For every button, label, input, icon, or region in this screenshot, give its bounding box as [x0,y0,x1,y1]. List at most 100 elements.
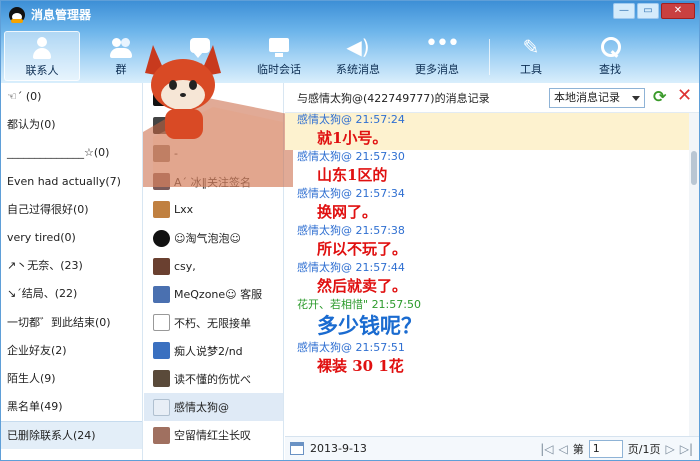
message-meta: 感情太狗@ 21:57:44 [297,261,689,274]
tab-find[interactable]: 查找 [572,31,648,81]
contact-name: Aˊ 冰‖关注签名 [174,175,252,189]
avatar [153,426,170,444]
message-time: 21:57:34 [355,187,405,200]
contact-item[interactable]: Aˊ 冰‖关注签名 [144,168,283,196]
contact-item[interactable]: csy, [144,252,283,280]
avatar [153,88,170,106]
contact-item[interactable]: - [144,139,283,167]
refresh-icon[interactable]: ⟳ [653,89,669,105]
tab-temp-chat[interactable]: 临时会话 [241,31,317,81]
contact-name: 不朽、无限接单 [174,316,251,330]
first-page-icon[interactable]: |◁ [540,442,553,456]
prev-page-icon[interactable]: ◁ [559,442,568,456]
message-meta: 感情太狗@ 21:57:24 [297,113,689,126]
tab-contacts[interactable]: 联系人 [4,31,80,81]
contact-item[interactable] [144,83,283,111]
contact-group-item-selected[interactable]: 已删除联系人(24) [1,421,142,450]
page-label: 第 [572,443,584,456]
contact-group-item[interactable]: ☜ˊ (0) [1,83,142,111]
contact-group-item[interactable]: ↘ˊ结局、(22) [1,280,142,308]
contact-item[interactable]: 不朽、无限接单 [144,309,283,337]
tab-system-messages[interactable]: ◀) 系统消息 [320,31,396,81]
contact-group-item[interactable]: 陌生人(9) [1,365,142,393]
message-text: 然后就卖了。 [317,277,408,295]
message-item: 感情太狗@ 21:57:44 然后就卖了。 [285,261,689,298]
contact-name: MeQzone☺ 客服 [174,288,263,302]
page-number-input[interactable]: 1 [588,440,623,458]
tab-system-messages-label: 系统消息 [336,63,380,76]
tab-find-label: 查找 [599,63,621,76]
tab-groups[interactable]: 群 [83,31,159,81]
contact-group-item[interactable]: Even had actually(7) [1,168,142,196]
group-icon [109,35,133,59]
message-text: 裸装 30 1花 [317,357,404,375]
avatar [153,229,170,247]
tab-discussion[interactable]: 讨论组 [162,31,238,81]
message-scrollbar[interactable] [689,113,699,436]
tab-temp-chat-label: 临时会话 [257,63,301,76]
temp-chat-icon [267,35,291,59]
close-button[interactable]: ✕ [661,3,695,19]
contact-name: 读不懂的伤忧べ [174,372,251,386]
contact-name: Lxx [174,203,194,217]
contact-group-item[interactable]: 企业好友(2) [1,337,142,365]
tab-groups-label: 群 [115,63,127,76]
history-header: 与感情太狗@(422749777)的消息记录 本地消息记录 ⟳ ✕ [285,83,699,113]
tab-contacts-label: 联系人 [25,64,59,77]
minimize-button[interactable]: — [613,3,635,19]
tab-tools-label: 工具 [520,63,542,76]
avatar [153,201,170,219]
tab-tools[interactable]: ✎ 工具 [493,31,569,81]
message-sender: 感情太狗@ [297,224,352,237]
contact-item[interactable]: 空留情红尘长叹 [144,421,283,449]
contact-item[interactable] [144,111,283,139]
avatar [153,398,170,416]
contact-item[interactable]: Lxx [144,196,283,224]
person-icon [30,36,54,60]
avatar [153,116,170,134]
avatar [153,144,170,162]
contact-item[interactable]: 痴人说梦2/nd [144,337,283,365]
last-page-icon[interactable]: ▷| [680,442,693,456]
contact-name: - [174,146,178,160]
scrollbar-thumb[interactable] [691,151,697,185]
message-text: 山东1区的 [317,166,388,184]
calendar-icon[interactable] [290,442,304,455]
chevron-down-icon [632,96,640,101]
contact-group-item[interactable]: 黑名单(49) [1,393,142,421]
qq-penguin-icon [9,6,25,23]
contact-name: ☺淘气泡泡☺ [174,232,241,246]
message-item: 感情太狗@ 21:57:51 裸装 30 1花 [285,341,689,378]
message-item: 花开、若相惜" 21:57:50 多少钱呢？ [285,298,689,341]
delete-icon[interactable]: ✕ [677,87,693,105]
history-title: 与感情太狗@(422749777)的消息记录 [297,91,490,105]
message-meta: 感情太狗@ 21:57:30 [297,150,689,163]
more-icon: ••• [425,31,460,56]
contact-group-item[interactable]: 自己过得很好(0) [1,196,142,224]
contact-item[interactable]: 读不懂的伤忧べ [144,365,283,393]
message-item: 感情太狗@ 21:57:24 就1小号。 [285,113,689,150]
message-sender: 感情太狗@ [297,150,352,163]
message-time: 21:57:30 [355,150,405,163]
message-text: 换网了。 [317,203,378,221]
message-time: 21:57:51 [355,341,405,354]
contact-item[interactable]: ☺淘气泡泡☺ [144,224,283,252]
contact-group-list: ☜ˊ (0) 都认为(0) ______________☆(0) Even ha… [1,83,143,460]
contact-item-selected[interactable]: 感情太狗@ [144,393,283,422]
contact-group-item[interactable]: ↗丶无奈、(23) [1,252,142,280]
maximize-button[interactable]: ▭ [637,3,659,19]
message-sender: 感情太狗@ [297,341,352,354]
contact-list: - Aˊ 冰‖关注签名 Lxx ☺淘气泡泡☺ csy, MeQzone☺ 客服 … [144,83,284,460]
history-source-select[interactable]: 本地消息记录 [549,88,645,108]
contact-group-item[interactable]: ______________☆(0) [1,139,142,167]
contact-group-item[interactable]: 都认为(0) [1,111,142,139]
speaker-icon: ◀) [346,35,370,59]
history-date: 2013-9-13 [310,442,367,455]
contact-group-item[interactable]: very tired(0) [1,224,142,252]
contact-group-item[interactable]: 一切都゛到此结束(0) [1,309,142,337]
wrench-icon: ✎ [522,35,540,59]
message-meta: 花开、若相惜" 21:57:50 [297,298,689,311]
tab-more-messages[interactable]: ••• 更多消息 [399,31,475,81]
contact-item[interactable]: MeQzone☺ 客服 [144,280,283,308]
next-page-icon[interactable]: ▷ [665,442,674,456]
